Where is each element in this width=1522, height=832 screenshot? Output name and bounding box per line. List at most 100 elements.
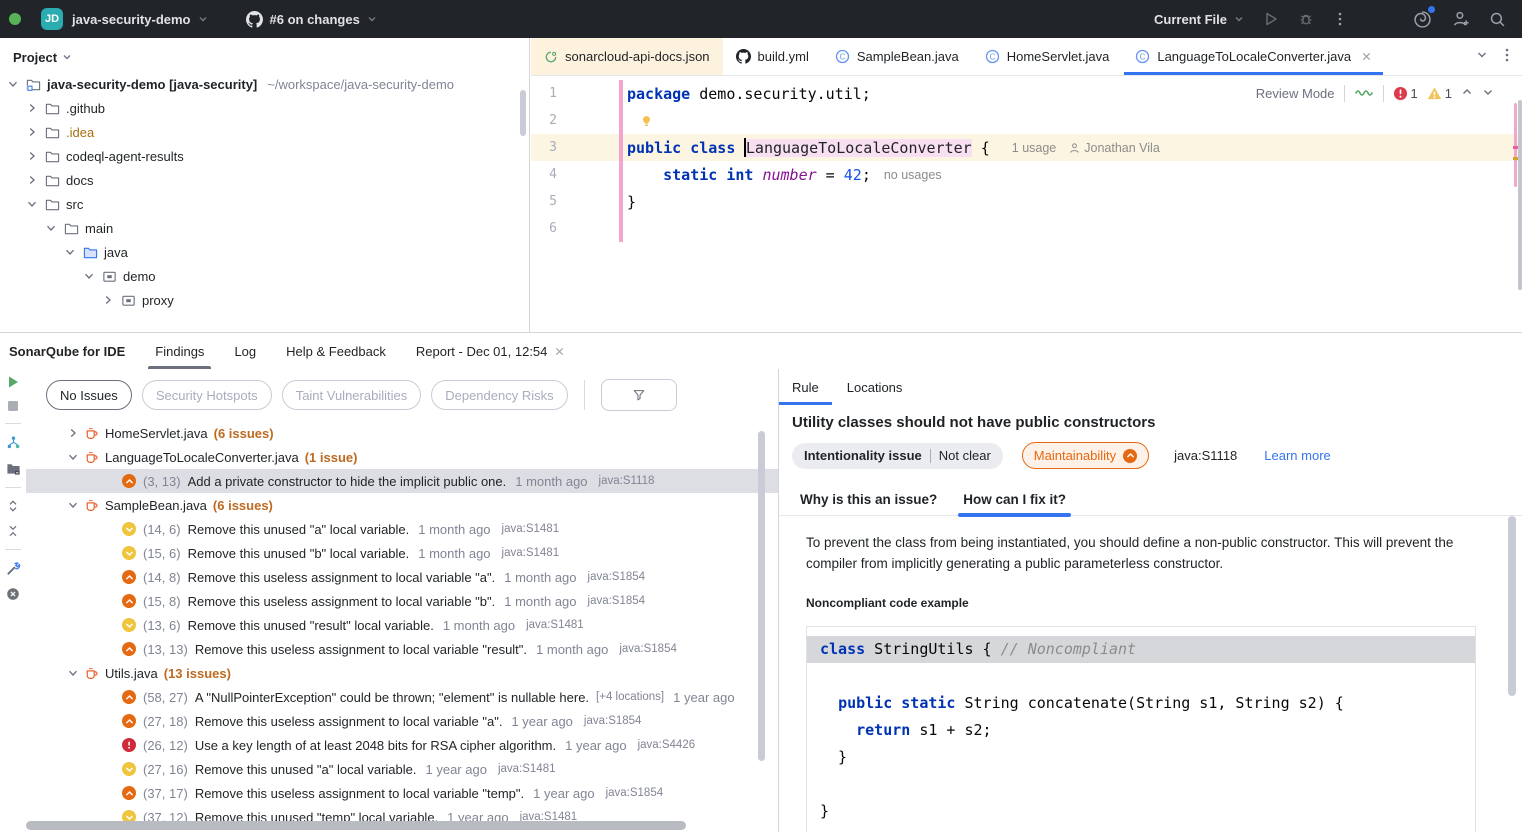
inspection-widget[interactable]: Review Mode 1 1 — [1256, 85, 1494, 102]
report-folder-icon[interactable] — [6, 461, 21, 476]
editor-line-6[interactable]: 6 — [531, 215, 1522, 242]
finding-issue-row[interactable]: (27, 18)Remove this useless assignment t… — [26, 709, 778, 733]
inspection-highlight-icon[interactable] — [1354, 86, 1374, 101]
settings-tools-icon[interactable] — [6, 561, 21, 576]
chevron-down-icon[interactable] — [25, 199, 39, 209]
more-actions-icon[interactable] — [1333, 11, 1347, 27]
filter-chip-no-issues[interactable]: No Issues — [46, 380, 132, 410]
rule-detail-tab-why-is-this-an-issue[interactable]: Why is this an issue? — [800, 483, 937, 516]
project-selector[interactable]: java-security-demo — [72, 12, 208, 27]
editor-line-2[interactable]: 2 — [531, 107, 1522, 134]
filter-button[interactable] — [601, 379, 677, 411]
finding-issue-row[interactable]: (3, 13)Add a private constructor to hide… — [26, 469, 778, 493]
project-tree-item-codeql-agent-results[interactable]: codeql-agent-results — [0, 144, 529, 168]
add-user-icon[interactable] — [1452, 10, 1470, 28]
chevron-right-icon[interactable] — [25, 151, 39, 161]
editor-tab-samplebean-java[interactable]: CSampleBean.java — [822, 38, 972, 75]
maintainability-impact-badge[interactable]: Maintainability — [1022, 442, 1149, 469]
editor-tab-build-yml[interactable]: build.yml — [723, 38, 822, 75]
analyze-play-icon[interactable] — [6, 375, 20, 389]
debug-icon[interactable] — [1298, 11, 1314, 27]
findings-vertical-scrollbar[interactable] — [758, 431, 765, 761]
vcs-widget[interactable]: #6 on changes — [246, 11, 377, 28]
stop-icon[interactable] — [7, 400, 19, 412]
clean-code-attribute-badge[interactable]: Intentionality issue Not clear — [792, 443, 1003, 469]
chevron-right-icon[interactable] — [68, 428, 78, 438]
project-tree-item-idea[interactable]: .idea — [0, 120, 529, 144]
project-tree-item-main[interactable]: main — [0, 216, 529, 240]
warning-count[interactable]: 1 — [1427, 86, 1452, 101]
learn-more-link[interactable]: Learn more — [1264, 448, 1330, 463]
project-tree-item-docs[interactable]: docs — [0, 168, 529, 192]
chevron-down-icon[interactable] — [6, 79, 20, 89]
chevron-down-icon[interactable] — [68, 452, 78, 462]
chevron-right-icon[interactable] — [25, 103, 39, 113]
expand-all-icon[interactable] — [7, 499, 19, 513]
finding-issue-row[interactable]: (14, 8)Remove this useless assignment to… — [26, 565, 778, 589]
editor-line-3[interactable]: 3public class LanguageToLocaleConverter … — [531, 134, 1522, 161]
chevron-right-icon[interactable] — [101, 295, 115, 305]
next-issue-icon[interactable] — [1482, 86, 1494, 101]
chevron-down-icon[interactable] — [82, 271, 96, 281]
finding-file-row[interactable]: LanguageToLocaleConverter.java(1 issue) — [26, 445, 778, 469]
chevron-down-icon[interactable] — [68, 500, 78, 510]
chevron-down-icon[interactable] — [1476, 49, 1488, 64]
finding-issue-row[interactable]: (26, 12)Use a key length of at least 204… — [26, 733, 778, 757]
code-editor[interactable]: 1package demo.security.util;23public cla… — [531, 76, 1522, 331]
finding-issue-row[interactable]: (58, 27)A "NullPointerException" could b… — [26, 685, 778, 709]
chevron-down-icon[interactable] — [44, 223, 58, 233]
collapse-all-icon[interactable] — [7, 524, 19, 538]
rule-detail-tab-how-can-i-fix-it[interactable]: How can I fix it? — [963, 483, 1066, 516]
panel-tab-report-dec-01-12-54[interactable]: Report - Dec 01, 12:54 — [416, 333, 566, 369]
window-control-icon[interactable] — [9, 13, 21, 25]
editor-scrollbar[interactable] — [1518, 100, 1522, 290]
project-tree-item-proxy[interactable]: proxy — [0, 288, 529, 312]
run-configuration-selector[interactable]: Current File — [1154, 12, 1244, 27]
finding-issue-row[interactable]: (14, 6)Remove this unused "a" local vari… — [26, 517, 778, 541]
filter-chip-dependency-risks[interactable]: Dependency Risks — [431, 380, 567, 410]
avatar[interactable]: JD — [41, 8, 63, 30]
rule-tab-locations[interactable]: Locations — [847, 369, 903, 405]
project-tree-item-java[interactable]: java — [0, 240, 529, 264]
editor-line-4[interactable]: 4 static int number = 42;no usages — [531, 161, 1522, 188]
close-icon[interactable] — [554, 346, 565, 357]
rule-tab-rule[interactable]: Rule — [792, 369, 819, 405]
project-tree-item-src[interactable]: src — [0, 192, 529, 216]
project-tree-item-demo[interactable]: demo — [0, 264, 529, 288]
editor-tab-homeservlet-java[interactable]: CHomeServlet.java — [972, 38, 1123, 75]
ai-assistant-icon[interactable] — [1412, 9, 1433, 30]
editor-tab-sonarcloud-api-docs-json[interactable]: sonarcloud-api-docs.json — [531, 38, 723, 75]
finding-issue-row[interactable]: (15, 6)Remove this unused "b" local vari… — [26, 541, 778, 565]
filter-chip-taint-vulnerabilities[interactable]: Taint Vulnerabilities — [282, 380, 422, 410]
project-scrollbar[interactable] — [520, 90, 526, 136]
finding-issue-row[interactable]: (13, 13)Remove this useless assignment t… — [26, 637, 778, 661]
panel-tab-help-feedback[interactable]: Help & Feedback — [286, 333, 386, 369]
finding-file-row[interactable]: Utils.java(13 issues) — [26, 661, 778, 685]
panel-tab-log[interactable]: Log — [234, 333, 256, 369]
editor-tab-languagetolocaleconverter-java[interactable]: CLanguageToLocaleConverter.java — [1122, 38, 1385, 75]
close-icon[interactable] — [1361, 51, 1372, 62]
finding-issue-row[interactable]: (27, 16)Remove this unused "a" local var… — [26, 757, 778, 781]
finding-file-row[interactable]: HomeServlet.java(6 issues) — [26, 421, 778, 445]
finding-issue-row[interactable]: (37, 17)Remove this useless assignment t… — [26, 781, 778, 805]
run-icon[interactable] — [1263, 11, 1279, 27]
search-icon[interactable] — [1489, 11, 1506, 28]
more-options-icon[interactable] — [1505, 48, 1509, 65]
finding-file-row[interactable]: SampleBean.java(6 issues) — [26, 493, 778, 517]
analyze-vcs-changes-icon[interactable] — [6, 435, 21, 450]
findings-horizontal-scrollbar[interactable] — [26, 821, 686, 830]
finding-issue-row[interactable]: (13, 6)Remove this unused "result" local… — [26, 613, 778, 637]
author-inlay[interactable]: Jonathan Vila — [1069, 141, 1160, 155]
finding-issue-row[interactable]: (15, 8)Remove this useless assignment to… — [26, 589, 778, 613]
clear-icon[interactable] — [6, 587, 20, 601]
finding-extra-locations[interactable]: [+4 locations] — [596, 691, 664, 703]
filter-chip-security-hotspots[interactable]: Security Hotspots — [142, 380, 272, 410]
project-panel-header[interactable]: Project — [0, 38, 529, 64]
project-tree-item-java-security-demo-java-security[interactable]: java-security-demo [java-security]~/work… — [0, 72, 529, 96]
rule-panel-scrollbar[interactable] — [1508, 516, 1516, 696]
chevron-down-icon[interactable] — [68, 668, 78, 678]
previous-issue-icon[interactable] — [1461, 86, 1473, 101]
editor-line-5[interactable]: 5} — [531, 188, 1522, 215]
lightbulb-icon[interactable] — [640, 114, 653, 128]
chevron-right-icon[interactable] — [25, 127, 39, 137]
